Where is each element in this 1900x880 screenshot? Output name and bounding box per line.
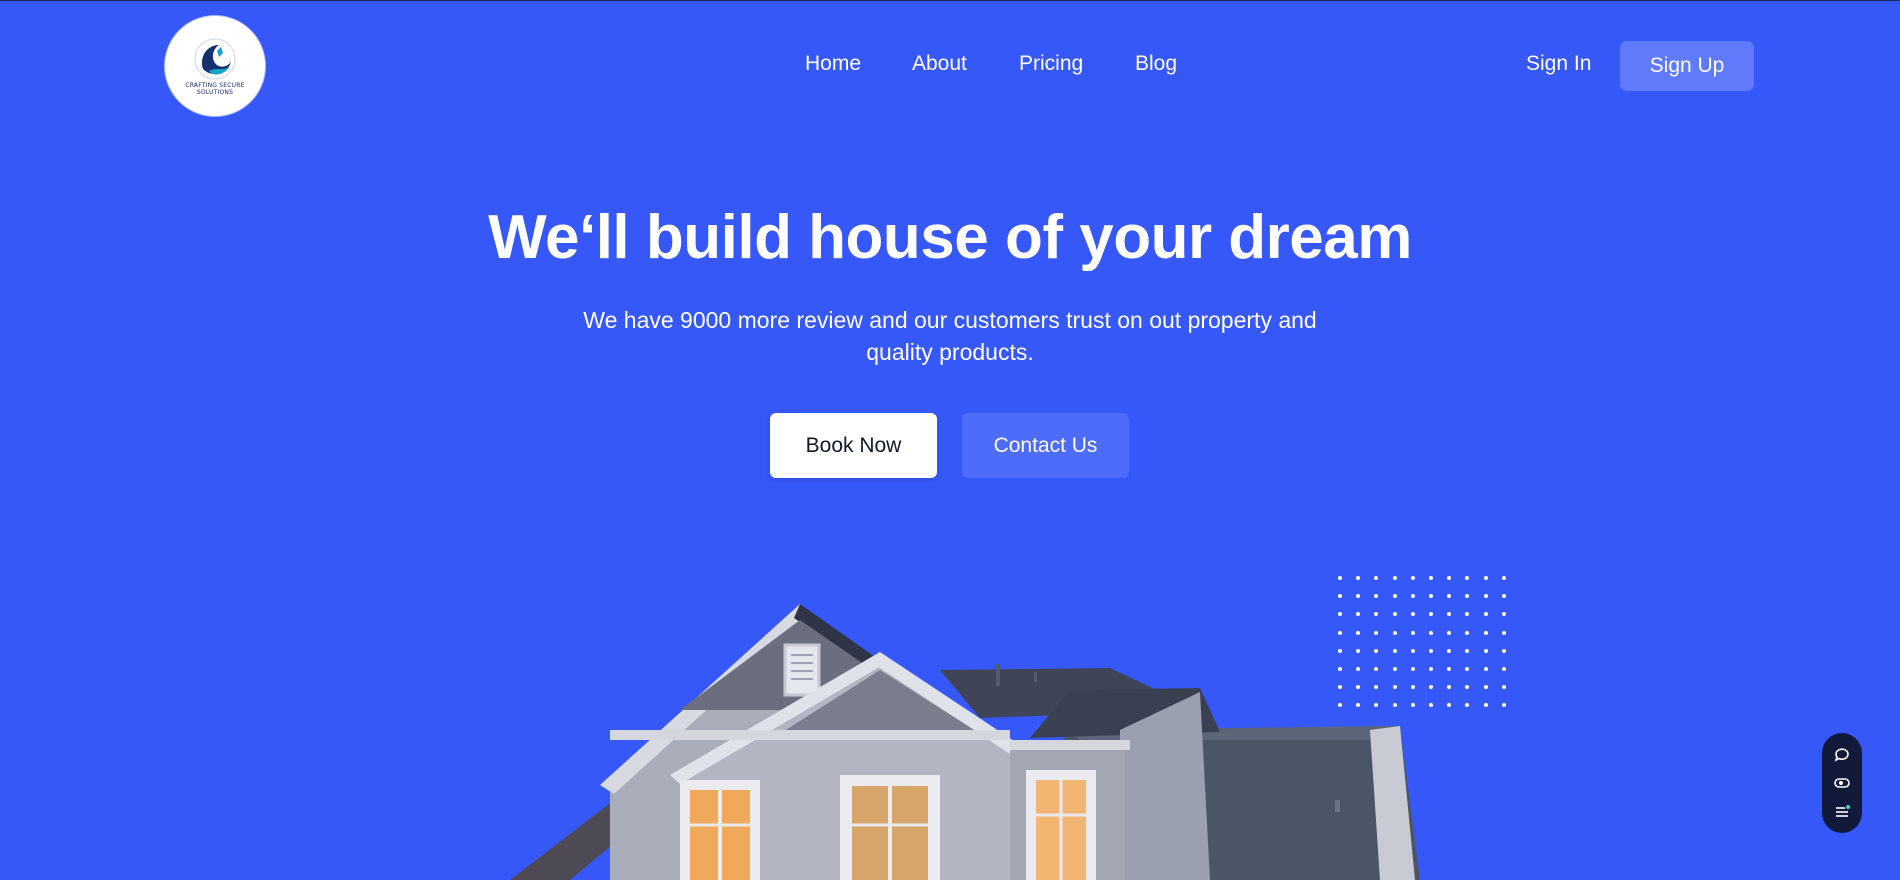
decoration-dot [1501, 594, 1506, 599]
house-image [510, 604, 1420, 880]
decoration-dot [1501, 703, 1506, 708]
nav-link-blog[interactable]: Blog [1135, 52, 1177, 76]
decoration-dot [1483, 594, 1488, 599]
contact-us-button[interactable]: Contact Us [962, 413, 1129, 478]
decoration-dot [1356, 576, 1361, 580]
decoration-dot [1465, 612, 1470, 617]
decoration-dot [1447, 685, 1452, 690]
decoration-dot [1447, 648, 1452, 653]
decoration-dot [1374, 594, 1379, 599]
eye-icon[interactable] [1833, 774, 1851, 792]
decoration-dot [1338, 594, 1342, 599]
decoration-dot [1483, 612, 1488, 617]
decoration-dot [1447, 612, 1452, 617]
decoration-dot [1465, 648, 1470, 653]
hero-title: We‘ll build house of your dream [488, 203, 1412, 272]
logo-text: CRAFTING SECURE SOLUTIONS [185, 81, 245, 96]
decoration-dot [1447, 576, 1452, 580]
menu-list-icon[interactable] [1833, 802, 1851, 820]
decoration-dot [1338, 576, 1342, 580]
decoration-dot [1410, 576, 1415, 580]
nav-link-about[interactable]: About [912, 52, 967, 76]
decoration-dot [1483, 576, 1488, 580]
decoration-dot [1465, 594, 1470, 599]
hero-subtitle: We have 9000 more review and our custome… [583, 307, 1317, 365]
floating-widget [1822, 733, 1862, 833]
main-nav: Home About Pricing Blog Sign In [0, 52, 1900, 80]
decoration-dot [1410, 594, 1415, 599]
decoration-dot [1374, 576, 1379, 580]
decoration-dot [1465, 576, 1470, 580]
decoration-dot [1392, 594, 1397, 599]
decoration-dot [1392, 576, 1397, 580]
decoration-dot [1501, 576, 1506, 580]
decoration-dot [1501, 667, 1506, 671]
decoration-dot [1501, 685, 1506, 690]
nav-link-pricing[interactable]: Pricing [1019, 52, 1083, 76]
decoration-dot [1483, 703, 1488, 708]
decoration-dot [1429, 576, 1433, 580]
decoration-dot [1483, 667, 1488, 671]
decoration-dot [1356, 594, 1361, 599]
sign-in-link[interactable]: Sign In [1526, 52, 1591, 76]
book-now-button[interactable]: Book Now [770, 413, 937, 478]
decoration-dot [1501, 630, 1506, 635]
decoration-dot [1447, 667, 1452, 671]
decoration-dot [1465, 685, 1470, 690]
chat-icon[interactable] [1833, 746, 1851, 764]
decoration-dot [1483, 685, 1488, 690]
decoration-dot [1447, 594, 1452, 599]
top-border [0, 0, 1900, 1]
decoration-dot [1483, 630, 1488, 635]
decoration-dot [1501, 612, 1506, 617]
decoration-dot [1447, 630, 1452, 635]
decoration-dot [1465, 703, 1470, 708]
decoration-dot [1483, 648, 1488, 653]
nav-link-home[interactable]: Home [805, 52, 861, 76]
decoration-dot [1465, 667, 1470, 671]
sign-up-button[interactable]: Sign Up [1620, 41, 1754, 91]
decoration-dot [1465, 630, 1470, 635]
decoration-dot [1429, 594, 1433, 599]
decoration-dot [1501, 648, 1506, 653]
decoration-dot [1447, 703, 1452, 708]
